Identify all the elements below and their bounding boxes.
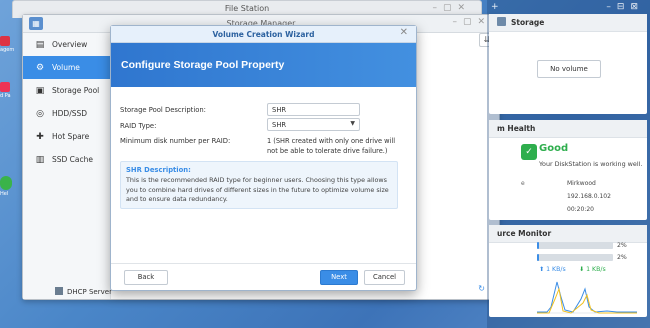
shr-description-text: This is the recommended RAID type for be… [126,176,389,203]
overview-icon: ▤ [35,39,45,50]
wizard-banner: Configure Storage Pool Property [111,43,416,87]
window-controls[interactable]: –▢✕ [432,3,471,13]
back-button[interactable]: Back [124,270,168,285]
wizard-footer: Back Next Cancel [111,263,416,290]
ram-bar [537,254,613,261]
add-widget-icon[interactable]: + [491,2,499,12]
ip-address: 192.168.0.102 [567,193,611,200]
min-disk-label: Minimum disk number per RAID: [120,137,231,145]
ram-bar-fill [537,254,539,261]
raid-type-select[interactable]: SHR ▼ [267,118,360,131]
storage-widget-icon [497,17,506,26]
sidebar-item-hot-spare[interactable]: ✚ Hot Spare [23,125,110,148]
health-row-label: e [521,180,525,187]
storage-widget: Storage No volume [489,14,647,114]
desktop-icon-image [0,82,10,92]
checkmark-icon: ✓ [521,144,537,160]
desktop-icon-label: agem [0,47,15,53]
storage-manager-sidebar: ▤ Overview ⚙ Volume ▣ Storage Pool ◎ HDD… [23,33,111,299]
system-health-widget: m Health ✓ Good Your DiskStation is work… [489,120,647,220]
desc-label: Storage Pool Description: [120,106,206,114]
panel-controls[interactable]: –⊟⊠ [606,2,644,12]
desktop-icon-control-panel[interactable]: d Pa [0,82,16,99]
next-button[interactable]: Next [320,270,358,285]
raid-type-value: SHR [272,121,287,129]
volume-creation-wizard[interactable]: Volume Creation Wizard ✕ Configure Stora… [110,25,417,291]
health-status: Good [539,143,569,154]
health-subtitle: Your DiskStation is working well. [539,160,643,168]
dhcp-icon [55,287,63,295]
cpu-percent: 2% [617,242,627,249]
dhcp-label: DHCP Server [67,288,112,296]
raid-type-label: RAID Type: [120,122,157,130]
uptime: 00:20:20 [567,206,594,213]
widget-panel: + –⊟⊠ Storage No volume m Health ✓ Good … [487,0,650,328]
upload-graph-line [537,281,637,313]
desktop-icon-label: Hel [0,191,9,197]
min-disk-value: 1 (SHR created with only one drive will … [267,137,396,155]
hot-spare-icon: ✚ [36,131,44,142]
ram-percent: 2% [617,254,627,261]
desktop-icon-storage[interactable]: agem [0,36,16,53]
chevron-down-icon: ▼ [350,120,355,127]
upload-value: 1 KB/s [546,266,566,273]
close-icon[interactable]: ✕ [400,27,408,38]
storage-pool-icon: ▣ [35,85,45,96]
upload-rate: ⬆ 1 KB/s [539,266,566,273]
hdd-icon: ◎ [36,108,44,119]
shr-description-title: SHR Description: [126,166,191,174]
network-graph [537,281,637,314]
wizard-title: Volume Creation Wizard [212,30,315,39]
refresh-icon[interactable]: ↻ [478,284,485,293]
description-value: SHR [272,106,287,114]
cpu-bar-fill [537,242,539,249]
resource-monitor-widget: urce Monitor 2% 2% ⬆ 1 KB/s ⬇ 1 KB/s [489,225,647,317]
sidebar-item-label: Overview [52,40,88,49]
shr-description-box: SHR Description: This is the recommended… [120,161,398,209]
resource-widget-header: urce Monitor [489,225,647,243]
sidebar-item-label: SSD Cache [52,155,94,164]
cancel-button[interactable]: Cancel [364,270,405,285]
sidebar-item-label: Storage Pool [52,86,100,95]
cpu-bar [537,242,613,249]
storage-pool-description-input[interactable]: SHR [267,103,360,116]
download-arrow-icon: ⬇ [579,266,585,273]
volume-icon: ⚙ [35,62,45,73]
desktop-icon-image [0,176,12,190]
wizard-titlebar: Volume Creation Wizard ✕ [111,26,416,43]
sidebar-item-ssd-cache[interactable]: ▥ SSD Cache [23,148,110,171]
health-widget-header: m Health [489,120,647,138]
storage-widget-title: Storage [511,18,545,27]
server-name: Mirkwood [567,180,596,187]
no-volume-label: No volume [537,60,601,78]
wizard-banner-title: Configure Storage Pool Property [121,59,285,71]
sidebar-item-label: Hot Spare [52,132,90,141]
desktop-icon-help[interactable]: Hel [0,176,16,197]
window-controls[interactable]: –▢✕ [452,17,491,27]
ssd-cache-icon: ▥ [35,154,45,165]
sidebar-item-label: Volume [52,63,80,72]
download-value: 1 KB/s [586,266,606,273]
desktop-icon-image [0,36,10,46]
download-rate: ⬇ 1 KB/s [579,266,606,273]
desktop-icon-label: d Pa [0,93,11,99]
file-station-title: File Station [224,4,270,13]
sidebar-item-volume[interactable]: ⚙ Volume [23,56,110,79]
storage-widget-header: Storage [489,14,647,32]
upload-arrow-icon: ⬆ [539,266,545,273]
sidebar-item-overview[interactable]: ▤ Overview [23,33,110,56]
sidebar-item-label: HDD/SSD [52,109,88,118]
sidebar-item-storage-pool[interactable]: ▣ Storage Pool [23,79,110,102]
sidebar-item-hdd-ssd[interactable]: ◎ HDD/SSD [23,102,110,125]
